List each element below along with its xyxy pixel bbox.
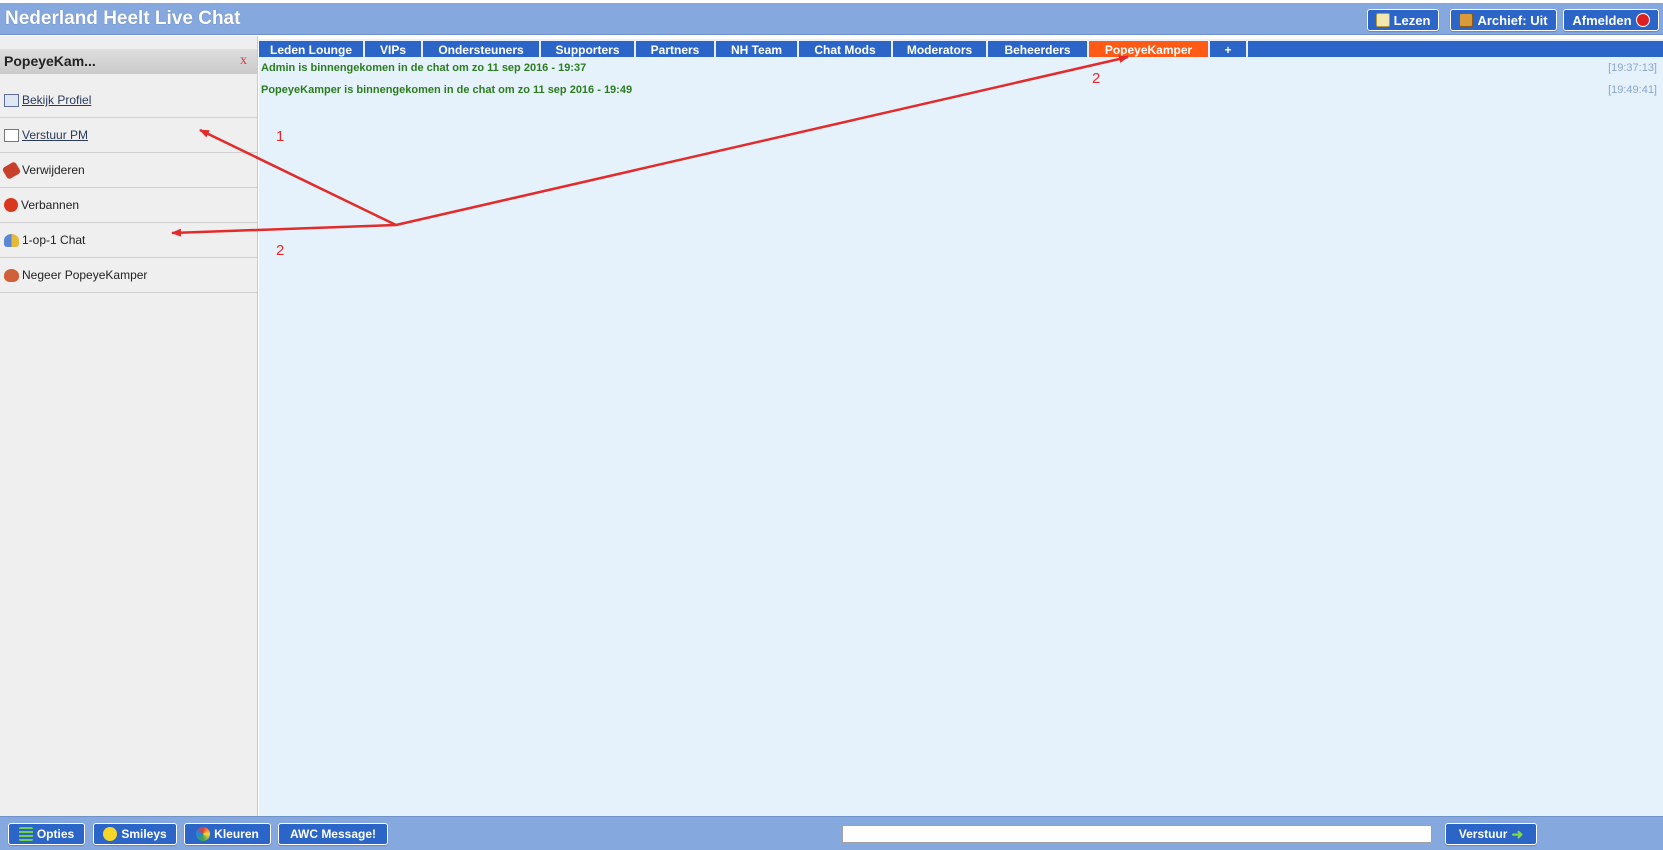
colors-button[interactable]: Kleuren bbox=[184, 823, 271, 845]
bottom-toolbar: Opties Smileys Kleuren AWC Message! Vers… bbox=[0, 816, 1663, 850]
arrow-right-icon: ➜ bbox=[1511, 825, 1524, 842]
chat-app: Nederland Heelt Live Chat Lezen Archief:… bbox=[0, 0, 1663, 850]
annotation-label-2-tab: 2 bbox=[1092, 70, 1101, 87]
colors-button-label: Kleuren bbox=[214, 827, 259, 841]
arrow-to-profile bbox=[199, 128, 397, 227]
send-button-label: Verstuur bbox=[1458, 827, 1508, 841]
arrow-to-popeyekamper-tab bbox=[395, 55, 1129, 227]
send-button[interactable]: Verstuur ➜ bbox=[1445, 823, 1537, 845]
message-input[interactable] bbox=[842, 825, 1432, 843]
annotation-label-1: 1 bbox=[276, 128, 285, 145]
annotation-arrows bbox=[171, 55, 1129, 237]
smiley-icon bbox=[103, 827, 118, 841]
smileys-button-label: Smileys bbox=[121, 827, 167, 841]
color-wheel-icon bbox=[196, 827, 211, 841]
options-button-label: Opties bbox=[36, 827, 75, 841]
annotation-label-2: 2 bbox=[276, 242, 285, 259]
awc-message-button[interactable]: AWC Message! bbox=[278, 823, 388, 845]
list-icon bbox=[18, 827, 33, 841]
options-button[interactable]: Opties bbox=[8, 823, 85, 845]
smileys-button[interactable]: Smileys bbox=[93, 823, 177, 845]
arrow-to-private-chat bbox=[171, 223, 397, 237]
